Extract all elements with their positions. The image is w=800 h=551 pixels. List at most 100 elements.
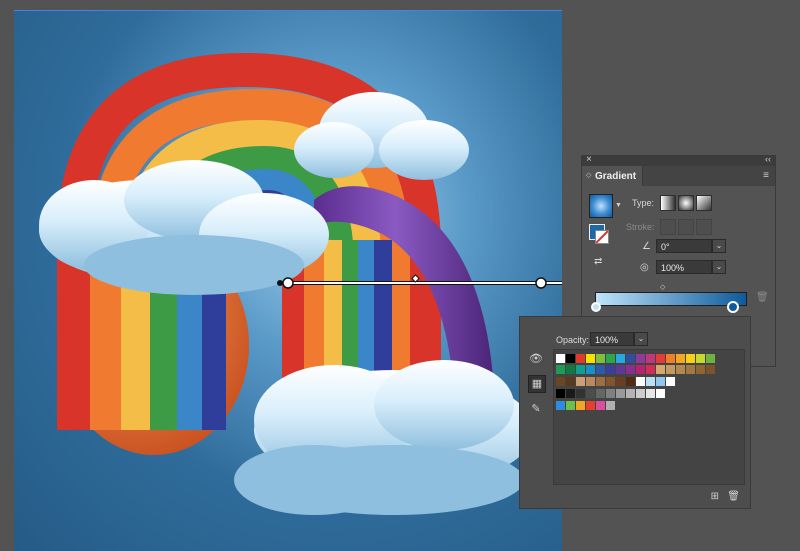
color-swatch[interactable]: [666, 354, 675, 363]
color-swatch[interactable]: [626, 354, 635, 363]
color-swatch[interactable]: [596, 365, 605, 374]
color-swatch[interactable]: [686, 354, 695, 363]
color-swatch[interactable]: [576, 389, 585, 398]
color-swatch[interactable]: [636, 377, 645, 386]
gradient-preview-swatch[interactable]: [589, 194, 613, 218]
color-swatch[interactable]: [666, 377, 675, 386]
color-swatch[interactable]: [566, 365, 575, 374]
color-swatch[interactable]: [696, 365, 705, 374]
color-swatch[interactable]: [606, 365, 615, 374]
swatch-grid: [553, 349, 745, 485]
color-swatch[interactable]: [586, 354, 595, 363]
show-swatch-kinds-icon[interactable]: 👁: [528, 351, 544, 367]
color-swatch[interactable]: [586, 389, 595, 398]
color-swatch[interactable]: [656, 354, 665, 363]
midpoint-diamond-icon[interactable]: ◇: [660, 283, 665, 291]
color-swatch[interactable]: [686, 365, 695, 374]
color-swatch[interactable]: [626, 389, 635, 398]
color-swatch[interactable]: [576, 354, 585, 363]
color-swatch[interactable]: [656, 377, 665, 386]
close-icon[interactable]: ×: [586, 154, 592, 165]
color-swatch[interactable]: [656, 365, 665, 374]
swatch-side-tools: 👁 ▦ ✎: [524, 351, 548, 431]
color-swatch[interactable]: [586, 377, 595, 386]
delete-stop-icon[interactable]: 🗑: [756, 292, 769, 303]
color-swatch[interactable]: [556, 377, 565, 386]
color-swatch[interactable]: [556, 401, 565, 410]
color-swatch[interactable]: [706, 354, 715, 363]
gradient-slider[interactable]: [595, 292, 747, 306]
stroke-within-button[interactable]: [660, 219, 676, 235]
color-swatch[interactable]: [636, 389, 645, 398]
color-swatch[interactable]: [596, 354, 605, 363]
color-swatch[interactable]: [636, 365, 645, 374]
color-swatch[interactable]: [606, 389, 615, 398]
color-swatch[interactable]: [556, 389, 565, 398]
color-swatch[interactable]: [706, 365, 715, 374]
color-swatch[interactable]: [606, 377, 615, 386]
color-swatch[interactable]: [666, 365, 675, 374]
color-swatch[interactable]: [616, 389, 625, 398]
color-swatch[interactable]: [556, 354, 565, 363]
color-swatch[interactable]: [646, 365, 655, 374]
color-swatch[interactable]: [626, 365, 635, 374]
artboard-canvas[interactable]: [14, 10, 562, 551]
color-swatch[interactable]: [616, 377, 625, 386]
color-swatch[interactable]: [576, 377, 585, 386]
opacity-input[interactable]: 100%: [590, 332, 634, 346]
delete-swatch-icon[interactable]: 🗑: [727, 491, 740, 502]
chevron-down-icon[interactable]: ▼: [615, 202, 622, 209]
aspect-ratio-input[interactable]: 100%: [656, 260, 712, 274]
gradient-panel-title: Gradient: [595, 171, 637, 182]
stroke-along-button[interactable]: [678, 219, 694, 235]
color-swatch[interactable]: [646, 389, 655, 398]
panel-menu-icon[interactable]: ≡: [763, 170, 769, 181]
swatch-footer: ⊞ 🗑: [711, 491, 740, 502]
gradient-stop-end[interactable]: [727, 301, 739, 313]
stroke-across-button[interactable]: [696, 219, 712, 235]
artboard-edge: [14, 10, 562, 11]
new-swatch-icon[interactable]: ⊞: [711, 491, 719, 502]
linear-type-button[interactable]: [660, 195, 676, 211]
angle-input[interactable]: 0°: [656, 239, 712, 253]
swatch-row: [556, 377, 675, 386]
color-swatch[interactable]: [596, 377, 605, 386]
color-swatch[interactable]: [566, 354, 575, 363]
color-swatch[interactable]: [566, 377, 575, 386]
color-swatch[interactable]: [586, 401, 595, 410]
color-swatch[interactable]: [596, 389, 605, 398]
color-swatch[interactable]: [696, 354, 705, 363]
color-swatch[interactable]: [676, 354, 685, 363]
color-swatch[interactable]: [616, 354, 625, 363]
rainbow-illustration: [39, 52, 562, 515]
color-swatch[interactable]: [606, 401, 615, 410]
color-swatch[interactable]: [606, 354, 615, 363]
color-swatch[interactable]: [596, 401, 605, 410]
color-swatch[interactable]: [646, 377, 655, 386]
eyedropper-icon[interactable]: ✎: [528, 401, 544, 417]
color-swatch[interactable]: [626, 377, 635, 386]
color-swatch[interactable]: [576, 401, 585, 410]
color-swatch[interactable]: [616, 365, 625, 374]
color-swatch[interactable]: [556, 365, 565, 374]
stroke-swatch[interactable]: [595, 230, 609, 244]
color-swatch[interactable]: [566, 401, 575, 410]
freeform-type-button[interactable]: [696, 195, 712, 211]
gradient-stop-start[interactable]: [591, 302, 601, 312]
color-swatch[interactable]: [676, 365, 685, 374]
color-swatch[interactable]: [566, 389, 575, 398]
swatch-libraries-icon[interactable]: ▦: [528, 375, 546, 393]
color-swatch[interactable]: [656, 389, 665, 398]
radial-type-button[interactable]: [678, 195, 694, 211]
color-swatch[interactable]: [646, 354, 655, 363]
angle-dropdown[interactable]: ⌄: [712, 239, 726, 253]
gradient-panel-topbar: × ‹‹: [582, 154, 775, 166]
collapse-icon[interactable]: ‹‹: [765, 154, 771, 164]
reverse-gradient-icon[interactable]: ⇄: [594, 256, 602, 267]
color-swatch[interactable]: [636, 354, 645, 363]
color-swatch[interactable]: [576, 365, 585, 374]
opacity-dropdown[interactable]: ⌄: [634, 332, 648, 346]
color-swatch[interactable]: [586, 365, 595, 374]
aspect-ratio-dropdown[interactable]: ⌄: [712, 260, 726, 274]
angle-icon: ∠: [642, 241, 651, 252]
